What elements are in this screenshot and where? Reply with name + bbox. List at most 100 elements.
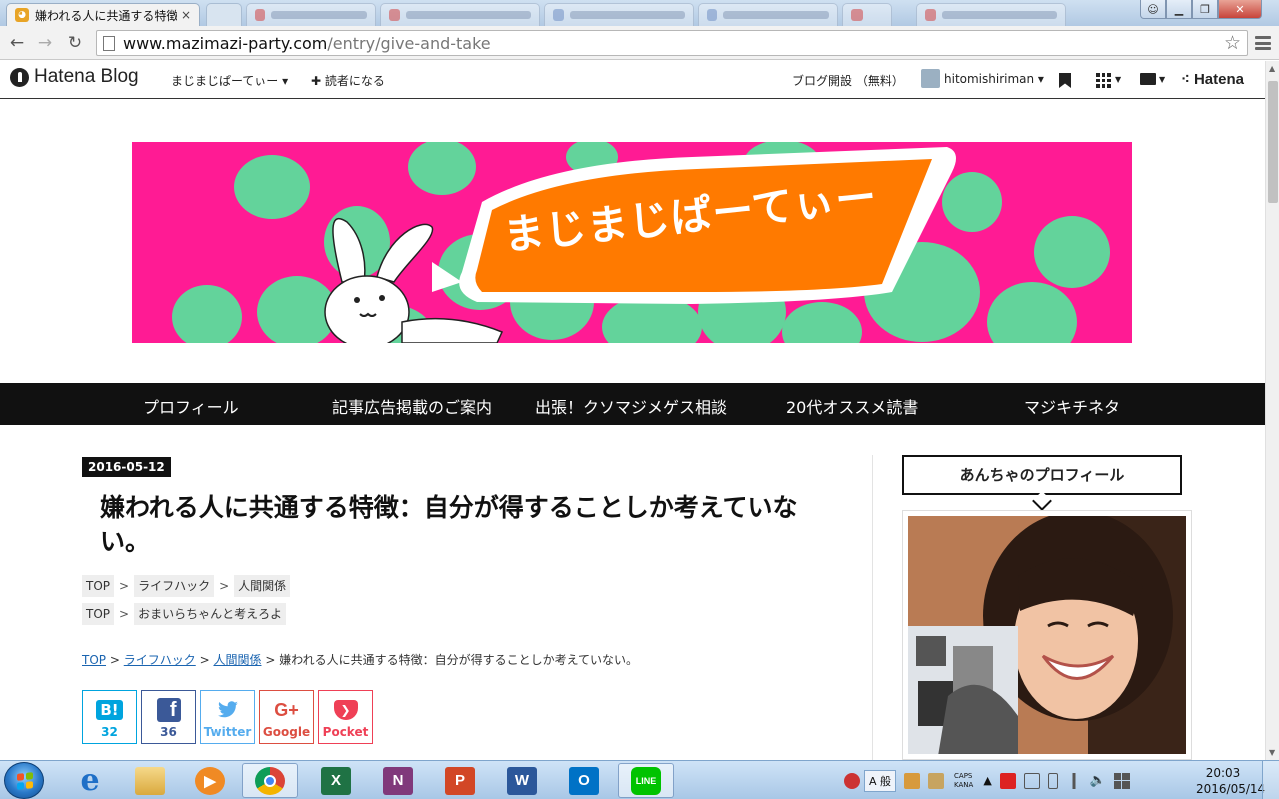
tab-blurred[interactable]: [842, 3, 892, 26]
ime-tool-icon[interactable]: [904, 772, 921, 789]
caps-indicator: CAPS: [954, 771, 973, 780]
tab-blurred[interactable]: [246, 3, 376, 26]
category-sep: >: [119, 579, 130, 593]
tab-title: 嫌われる人に共通する特徴: [35, 8, 177, 23]
close-window-button[interactable]: ✕: [1218, 0, 1262, 19]
category-chip[interactable]: 人間関係: [234, 575, 291, 597]
apps-grid-icon[interactable]: [1096, 73, 1111, 88]
twitter-label: Twitter: [203, 725, 252, 739]
system-clock[interactable]: 20:03 2016/05/14: [1196, 765, 1265, 797]
tab-close-icon[interactable]: ×: [181, 8, 191, 22]
network-icon[interactable]: [1065, 772, 1082, 789]
windows-taskbar: e ▶ X N P W O LINE A 般 CAPS KANA ▲ 🔈 20:…: [0, 760, 1279, 799]
pocket-share-button[interactable]: ❯ Pocket: [318, 690, 373, 744]
notification-icon[interactable]: [844, 772, 860, 789]
taskbar-chrome[interactable]: [242, 763, 298, 798]
breadcrumb: TOP > ライフハック > 人間関係 > 嫌われる人に共通する特徴：自分が得す…: [82, 651, 638, 668]
chrome-menu-icon[interactable]: [1255, 33, 1271, 53]
blog-name-dropdown[interactable]: まじまじぱーてぃー ▾: [171, 72, 288, 89]
action-center-flag-icon[interactable]: [1023, 772, 1040, 789]
tab-blurred[interactable]: [698, 3, 838, 26]
taskbar-outlook[interactable]: O: [556, 763, 612, 798]
show-desktop-button[interactable]: [1262, 761, 1279, 799]
category-chip[interactable]: おまいらちゃんと考えろよ: [134, 603, 287, 625]
minimize-button[interactable]: ▁: [1166, 0, 1192, 19]
tab-favicon-icon: [553, 9, 564, 21]
bookmark-icon[interactable]: [1059, 73, 1071, 88]
internet-explorer-icon: e: [80, 763, 100, 798]
taskbar-line[interactable]: LINE: [618, 763, 674, 798]
volume-icon[interactable]: 🔈: [1090, 773, 1106, 788]
logo-text: Hatena Blog: [34, 66, 139, 87]
user-menu[interactable]: hitomishiriman ▾: [921, 69, 1044, 88]
hatena-brand-link[interactable]: ⁖ Hatena: [1181, 70, 1244, 88]
scrollbar-thumb[interactable]: [1268, 81, 1278, 203]
new-tab-button[interactable]: [206, 3, 242, 26]
scroll-up-icon[interactable]: ▲: [1269, 64, 1275, 73]
category-chip[interactable]: ライフハック: [134, 575, 215, 597]
taskbar-excel[interactable]: X: [308, 763, 364, 798]
category-sep: >: [219, 579, 230, 593]
breadcrumb-current: 嫌われる人に共通する特徴：自分が得することしか考えていない。: [279, 653, 639, 667]
maximize-button[interactable]: ❐: [1192, 0, 1218, 19]
twitter-share-button[interactable]: Twitter: [200, 690, 255, 744]
word-icon: W: [507, 766, 537, 795]
powerpoint-icon: P: [445, 766, 475, 795]
nav-item-neta[interactable]: マジキチネタ: [1024, 394, 1120, 418]
hatena-bookmark-share-button[interactable]: B! 32: [82, 690, 137, 744]
battery-icon[interactable]: [1047, 772, 1058, 789]
article-title[interactable]: 嫌われる人に共通する特徴：自分が得することしか考えていない。: [100, 491, 840, 559]
username: hitomishiriman ▾: [944, 71, 1044, 86]
column-divider: [872, 455, 873, 760]
google-plus-icon: G+: [274, 699, 299, 720]
taskbar-word[interactable]: W: [494, 763, 550, 798]
windows-update-icon[interactable]: [1113, 772, 1130, 789]
category-top[interactable]: TOP: [82, 603, 115, 625]
taskbar-explorer[interactable]: [122, 763, 178, 798]
breadcrumb-sep: >: [199, 653, 210, 667]
page-scrollbar[interactable]: ▲ ▼: [1265, 61, 1279, 760]
category-row: TOP > ライフハック > 人間関係: [82, 575, 291, 597]
taskbar-media-player[interactable]: ▶: [182, 763, 238, 798]
nav-item-consult[interactable]: 出張！クソマジメゲス相談: [535, 394, 727, 418]
profile-photo[interactable]: [902, 510, 1192, 760]
tab-active[interactable]: ◕ 嫌われる人に共通する特徴 ×: [6, 3, 200, 26]
bookmark-star-icon[interactable]: ☆: [1224, 32, 1241, 54]
hatena-pen-icon: [10, 67, 29, 87]
taskbar-onenote[interactable]: N: [370, 763, 426, 798]
breadcrumb-human[interactable]: 人間関係: [213, 653, 261, 667]
address-bar[interactable]: www.mazimazi-party.com/entry/give-and-ta…: [96, 30, 1248, 56]
blog-banner[interactable]: まじまじぱーてぃー: [132, 142, 1132, 343]
reload-icon[interactable]: ↻: [64, 32, 86, 54]
forward-arrow-icon[interactable]: →: [34, 32, 56, 54]
hatena-blog-logo[interactable]: Hatena Blog: [10, 66, 139, 88]
tab-blurred[interactable]: [380, 3, 540, 26]
category-top[interactable]: TOP: [82, 575, 115, 597]
scroll-down-icon[interactable]: ▼: [1269, 748, 1275, 757]
folder-icon: [135, 766, 165, 795]
tab-blurred[interactable]: [544, 3, 694, 26]
ime-indicator[interactable]: A 般: [864, 769, 897, 792]
post-date[interactable]: 2016-05-12: [82, 457, 171, 477]
tab-blurred[interactable]: [916, 3, 1066, 26]
subscribe-button[interactable]: ✚ 読者になる: [311, 72, 385, 89]
tray-expand-icon[interactable]: ▲: [983, 774, 991, 787]
google-plus-share-button[interactable]: G+ Google: [259, 690, 314, 744]
nav-item-ad[interactable]: 記事広告掲載のご案内: [332, 394, 492, 418]
taskbar-ie[interactable]: e: [62, 763, 118, 798]
comment-icon[interactable]: [1140, 73, 1156, 85]
profile-icon[interactable]: ☺: [1140, 0, 1166, 19]
taskbar-powerpoint[interactable]: P: [432, 763, 488, 798]
nav-item-books[interactable]: 20代オススメ読書: [786, 394, 918, 418]
breadcrumb-top[interactable]: TOP: [82, 653, 106, 667]
facebook-share-button[interactable]: f 36: [141, 690, 196, 744]
clock-time: 20:03: [1205, 766, 1241, 780]
nav-item-profile[interactable]: プロフィール: [143, 394, 239, 418]
open-blog-link[interactable]: ブログ開設 （無料）: [792, 72, 904, 89]
breadcrumb-life[interactable]: ライフハック: [124, 653, 196, 667]
ime-tool-icon[interactable]: [928, 772, 945, 789]
start-button[interactable]: [4, 762, 44, 799]
google-label: Google: [262, 725, 311, 739]
antivirus-icon[interactable]: [999, 772, 1016, 789]
back-arrow-icon[interactable]: ←: [6, 32, 28, 54]
